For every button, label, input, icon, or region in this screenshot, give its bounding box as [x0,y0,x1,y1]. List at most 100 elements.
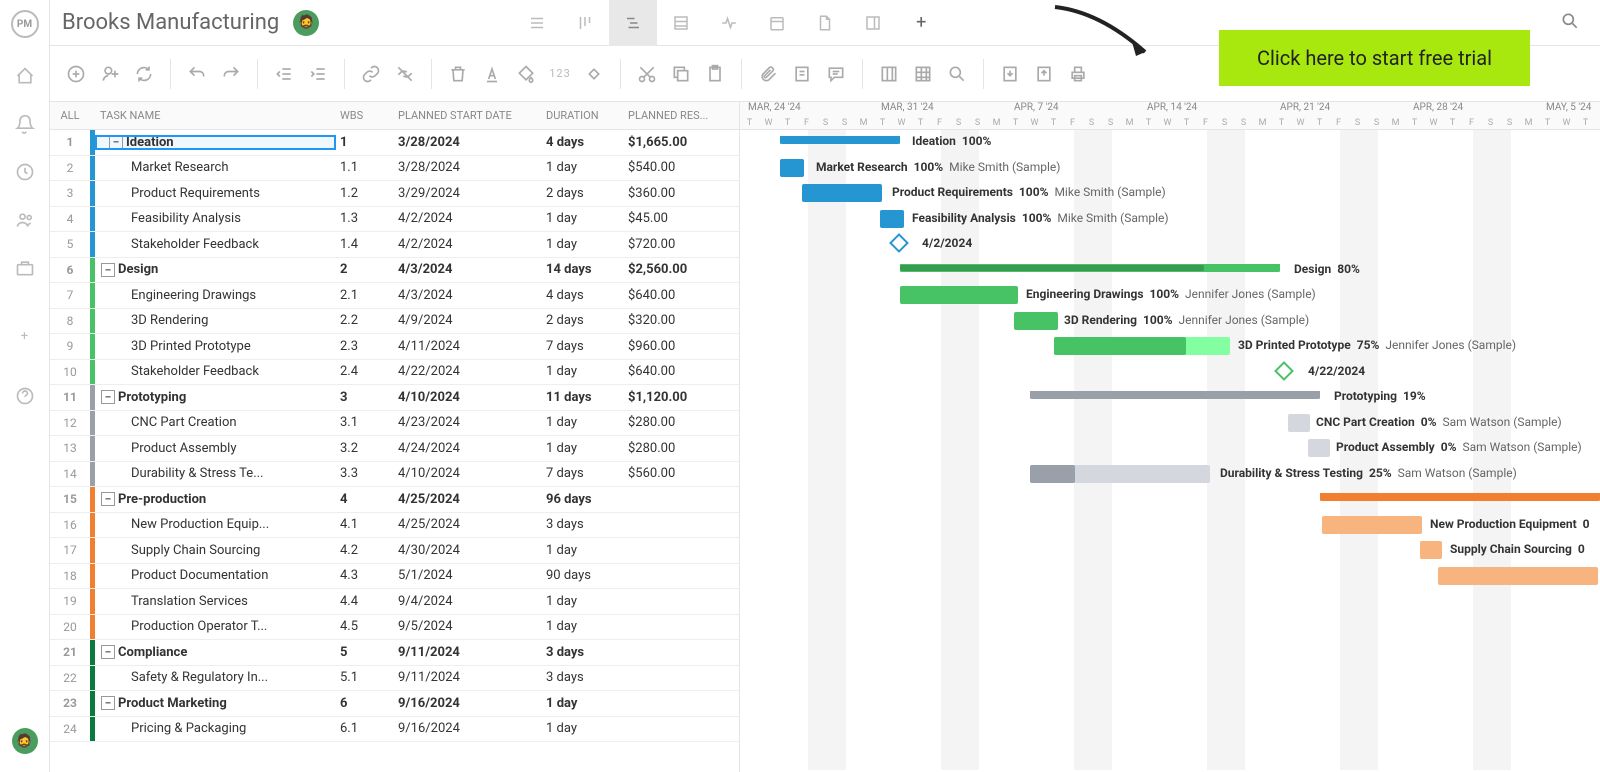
sheet-view-icon[interactable] [657,0,705,46]
unlink-icon[interactable] [391,60,419,88]
sync-icon[interactable] [130,60,158,88]
task-name-cell[interactable]: Product Requirements [95,186,336,201]
wbs-cell[interactable]: 3.2 [336,441,394,456]
wbs-cell[interactable]: 6 [336,696,394,711]
start-cell[interactable]: 3/29/2024 [394,186,542,201]
task-row[interactable]: 83D Rendering2.24/9/20242 days$320.00 [50,309,739,335]
file-view-icon[interactable] [801,0,849,46]
resource-cell[interactable]: $1,665.00 [624,135,726,150]
gantt-bar[interactable] [1420,541,1442,559]
resource-cell[interactable]: $2,560.00 [624,262,726,277]
grid-icon[interactable] [909,60,937,88]
gantt-bar[interactable] [1438,567,1598,585]
clock-icon[interactable] [15,162,35,182]
start-cell[interactable]: 9/16/2024 [394,721,542,736]
start-cell[interactable]: 4/2/2024 [394,211,542,226]
resource-cell[interactable]: $360.00 [624,186,726,201]
wbs-cell[interactable]: 4.2 [336,543,394,558]
task-row[interactable]: 93D Printed Prototype2.34/11/20247 days$… [50,334,739,360]
wbs-cell[interactable]: 4 [336,492,394,507]
search-icon[interactable] [1552,11,1588,35]
percent-icon[interactable]: 123 [546,60,574,88]
help-icon[interactable] [15,386,35,406]
gantt-bar[interactable] [780,159,804,177]
task-name-cell[interactable]: Feasibility Analysis [95,211,336,226]
start-cell[interactable]: 9/4/2024 [394,594,542,609]
comment-icon[interactable] [822,60,850,88]
start-cell[interactable]: 3/28/2024 [394,160,542,175]
col-res[interactable]: PLANNED RES... [624,109,726,122]
resource-cell[interactable]: $720.00 [624,237,726,252]
task-name-cell[interactable]: −Product Marketing [95,696,336,711]
add-task-icon[interactable] [62,60,90,88]
col-all[interactable]: ALL [50,109,90,122]
import-icon[interactable] [996,60,1024,88]
zoom-icon[interactable] [943,60,971,88]
fill-icon[interactable] [512,60,540,88]
duration-cell[interactable]: 4 days [542,288,624,303]
board-view-icon[interactable] [561,0,609,46]
duration-cell[interactable]: 3 days [542,517,624,532]
task-name-cell[interactable]: New Production Equip... [95,517,336,532]
task-name-cell[interactable]: Engineering Drawings [95,288,336,303]
task-name-cell[interactable]: −Compliance [95,645,336,660]
task-row[interactable]: 11−Prototyping34/10/202411 days$1,120.00 [50,385,739,411]
start-cell[interactable]: 5/1/2024 [394,568,542,583]
link-icon[interactable] [357,60,385,88]
wbs-cell[interactable]: 6.1 [336,721,394,736]
col-start[interactable]: PLANNED START DATE [394,109,542,122]
task-row[interactable]: 24Pricing & Packaging6.19/16/20241 day [50,717,739,743]
task-row[interactable]: 18Product Documentation4.35/1/202490 day… [50,564,739,590]
start-cell[interactable]: 4/10/2024 [394,390,542,405]
duration-cell[interactable]: 7 days [542,466,624,481]
gantt-summary-bar[interactable] [1320,493,1600,501]
project-avatar[interactable]: 🧔 [293,10,319,36]
duration-cell[interactable]: 1 day [542,721,624,736]
task-row[interactable]: 13Product Assembly3.24/24/20241 day$280.… [50,436,739,462]
resource-cell[interactable]: $320.00 [624,313,726,328]
task-row[interactable]: 23−Product Marketing69/16/20241 day [50,691,739,717]
duration-cell[interactable]: 1 day [542,441,624,456]
gantt-bar-progress[interactable] [1054,337,1186,355]
briefcase-icon[interactable] [15,258,35,278]
duration-cell[interactable]: 11 days [542,390,624,405]
task-row[interactable]: 4Feasibility Analysis1.34/2/20241 day$45… [50,207,739,233]
wbs-cell[interactable]: 1 [336,135,394,150]
task-name-cell[interactable]: 3D Rendering [95,313,336,328]
gantt-bar[interactable] [1322,516,1422,534]
duration-cell[interactable]: 7 days [542,339,624,354]
gantt-bar[interactable] [802,184,882,202]
task-name-cell[interactable]: 3D Printed Prototype [95,339,336,354]
wbs-cell[interactable]: 3.3 [336,466,394,481]
resource-cell[interactable]: $1,120.00 [624,390,726,405]
gantt-bar-progress[interactable] [1030,465,1075,483]
start-cell[interactable]: 4/11/2024 [394,339,542,354]
duration-cell[interactable]: 96 days [542,492,624,507]
text-color-icon[interactable] [478,60,506,88]
task-row[interactable]: 12CNC Part Creation3.14/23/20241 day$280… [50,411,739,437]
task-row[interactable]: 17Supply Chain Sourcing4.24/30/20241 day [50,538,739,564]
wbs-cell[interactable]: 1.2 [336,186,394,201]
task-row[interactable]: 5Stakeholder Feedback1.44/2/20241 day$72… [50,232,739,258]
start-cell[interactable]: 4/3/2024 [394,262,542,277]
task-row[interactable]: 21−Compliance59/11/20243 days [50,640,739,666]
gantt-bar[interactable] [900,286,1018,304]
home-icon[interactable] [15,66,35,86]
start-cell[interactable]: 4/30/2024 [394,543,542,558]
task-name-cell[interactable]: CNC Part Creation [95,415,336,430]
undo-icon[interactable] [183,60,211,88]
task-row[interactable]: 2Market Research1.13/28/20241 day$540.00 [50,156,739,182]
resource-cell[interactable]: $540.00 [624,160,726,175]
wbs-cell[interactable]: 1.4 [336,237,394,252]
wbs-cell[interactable]: 2.3 [336,339,394,354]
task-name-cell[interactable]: Product Documentation [95,568,336,583]
gantt-bar[interactable] [1308,439,1330,457]
task-name-cell[interactable]: −Design [95,262,336,277]
note-icon[interactable] [788,60,816,88]
resource-cell[interactable]: $280.00 [624,415,726,430]
task-name-cell[interactable]: Supply Chain Sourcing [95,543,336,558]
wbs-cell[interactable]: 2.4 [336,364,394,379]
copy-icon[interactable] [667,60,695,88]
resource-cell[interactable]: $640.00 [624,288,726,303]
gantt-view-icon[interactable] [609,0,657,46]
